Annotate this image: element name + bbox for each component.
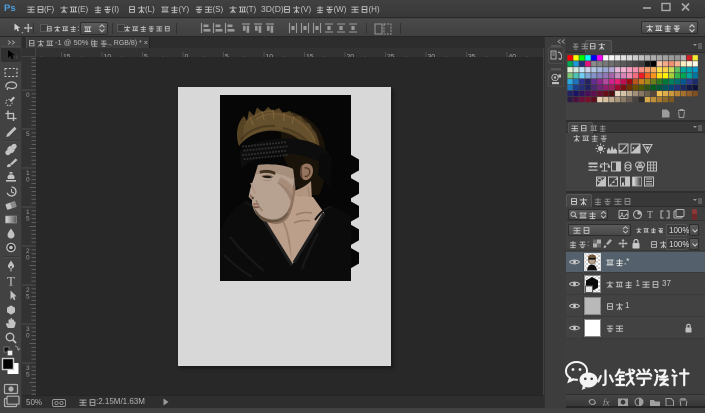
svg-text:T: T — [7, 274, 15, 289]
svg-text:5: 5 — [26, 131, 30, 138]
svg-text:T: T — [647, 210, 653, 221]
svg-text:0: 0 — [26, 333, 30, 340]
svg-text:0: 0 — [26, 92, 30, 99]
svg-text:0: 0 — [26, 177, 30, 184]
svg-text:5: 5 — [26, 216, 30, 223]
svg-text:5: 5 — [26, 372, 30, 379]
svg-text:5: 5 — [26, 294, 30, 301]
svg-text:0: 0 — [26, 255, 30, 262]
